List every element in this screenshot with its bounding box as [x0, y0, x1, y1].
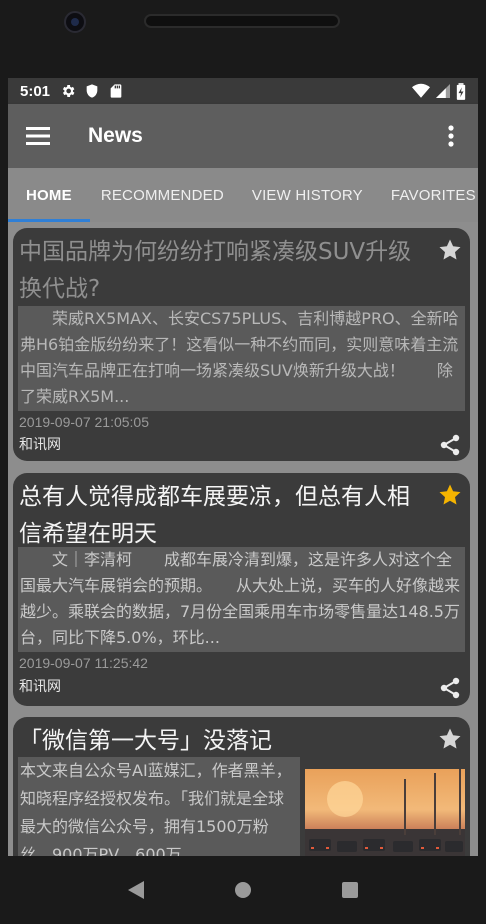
shield-icon: [86, 84, 98, 98]
article-title: 中国品牌为何纷纷打响紧凑级SUV升级换代战?: [19, 239, 412, 302]
recents-button[interactable]: [332, 872, 368, 908]
favorite-star-icon[interactable]: [438, 483, 462, 507]
sd-card-icon: [110, 84, 122, 98]
share-icon[interactable]: [438, 433, 462, 457]
share-icon[interactable]: [438, 676, 462, 700]
app-title: News: [88, 124, 143, 147]
tab-label: RECOMMENDED: [100, 186, 224, 204]
article-summary: 本文来自公众号AI蓝媒汇，作者黑羊，知晓程序经授权发布。「我们就是全球最大的微信…: [18, 757, 300, 856]
favorite-star-icon[interactable]: [438, 727, 462, 751]
article-thumbnail-image: [305, 769, 465, 856]
wifi-icon: [412, 83, 430, 98]
news-card[interactable]: 中国品牌为何纷纷打响紧凑级SUV升级换代战? 荣威RX5MAX、长安CS75PL…: [13, 228, 470, 461]
back-icon: [127, 881, 144, 899]
article-source: 和讯网: [19, 437, 61, 453]
article-date: 2019-09-07 11:25:42: [19, 655, 148, 671]
device-bezel-top: [0, 0, 486, 78]
home-button[interactable]: [225, 872, 261, 908]
gear-icon: [62, 85, 75, 97]
news-feed[interactable]: 中国品牌为何纷纷打响紧凑级SUV升级换代战? 荣威RX5MAX、长安CS75PL…: [8, 222, 478, 856]
tab-recommended[interactable]: RECOMMENDED: [101, 168, 224, 222]
recents-icon: [342, 882, 359, 898]
home-icon: [234, 882, 251, 898]
menu-button[interactable]: [8, 104, 68, 168]
overflow-menu-button[interactable]: [424, 104, 478, 168]
tab-favorites[interactable]: FAVORITES: [391, 168, 476, 222]
article-date: 2019-09-07 21:05:05: [19, 414, 149, 430]
more-vert-icon: [448, 125, 454, 147]
news-card[interactable]: 「微信第一大号」没落记 本文来自公众号AI蓝媒汇，作者黑羊，知晓程序经授权发布。…: [13, 717, 470, 856]
system-nav-bar: [0, 856, 486, 924]
article-summary: 文｜李清柯 成都车展冷清到爆，这是许多人对这个全国最大汽车展销会的预期。 从大处…: [18, 547, 465, 652]
app-bar: News: [8, 104, 478, 168]
earpiece-speaker: [144, 14, 340, 28]
tab-label: HOME: [26, 186, 72, 204]
article-source: 和讯网: [19, 679, 61, 695]
news-card[interactable]: 总有人觉得成都车展要凉，但总有人相信希望在明天 文｜李清柯 成都车展冷清到爆，这…: [13, 473, 470, 706]
favorite-star-icon[interactable]: [438, 238, 462, 262]
tab-label: VIEW HISTORY: [251, 186, 363, 204]
front-camera: [64, 11, 86, 33]
back-button[interactable]: [118, 872, 154, 908]
tab-bar: HOME RECOMMENDED VIEW HISTORY FAVORITES: [8, 168, 478, 222]
article-title: 「微信第一大号」没落记: [19, 728, 272, 754]
article-summary: 荣威RX5MAX、长安CS75PLUS、吉利博越PRO、全新哈弗H6铂金版纷纷来…: [18, 306, 465, 411]
tab-view-history[interactable]: VIEW HISTORY: [252, 168, 363, 222]
status-bar: 5:01: [8, 78, 478, 104]
status-time: 5:01: [20, 82, 51, 100]
tab-home[interactable]: HOME: [26, 168, 72, 222]
phone-screen: 5:01 News HOME RECOMMENDED VIEW HISTORY: [8, 78, 478, 856]
hamburger-menu-icon: [26, 127, 50, 145]
tab-label: FAVORITES: [390, 186, 476, 204]
article-title: 总有人觉得成都车展要凉，但总有人相信希望在明天: [19, 484, 410, 547]
cell-signal-icon: [436, 84, 450, 98]
traffic-jam-illustration: [305, 769, 465, 856]
battery-icon: [456, 82, 466, 100]
